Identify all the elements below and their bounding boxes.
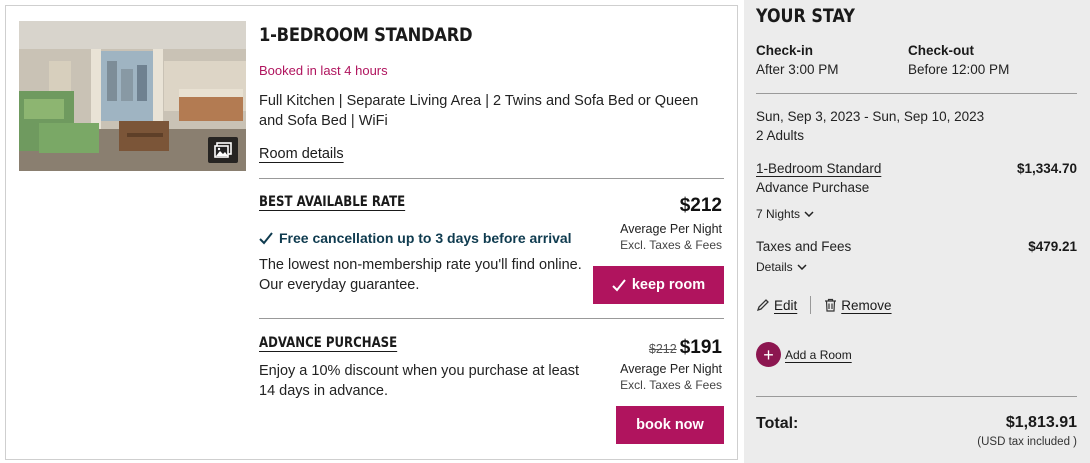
price-best-available: $212 [679,195,722,216]
keep-room-button[interactable]: keep room [593,266,724,304]
divider [259,318,724,319]
room-amount: $1,334.70 [1016,161,1077,176]
free-cancellation: Free cancellation up to 3 days before ar… [259,230,572,246]
remove-label: Remove [841,297,892,313]
gallery-icon[interactable] [208,137,238,163]
checkin-value: After 3:00 PM [756,62,839,77]
edit-button[interactable]: Edit [756,298,797,313]
stay-room-name[interactable]: 1-Bedroom Standard [756,161,881,176]
details-toggle[interactable]: Details [756,260,807,274]
book-now-button[interactable]: book now [616,406,724,444]
old-price: $212 [648,342,677,356]
nights-toggle[interactable]: 7 Nights [756,207,814,221]
price-block-best-available: $212 Average Per Night Excl. Taxes & Fee… [620,195,722,253]
price-label: Average Per Night [620,362,722,376]
book-now-label: book now [636,417,704,433]
checkout-label: Check-out [908,43,975,58]
free-cancellation-text: Free cancellation up to 3 days before ar… [279,230,572,246]
taxes-label: Taxes and Fees [756,239,852,254]
rate-description-best-available: The lowest non-membership rate you'll fi… [259,257,582,293]
total-amount: $1,813.91 [1005,414,1077,431]
taxes-amount: $479.21 [1028,239,1077,254]
add-room-button[interactable]: + Add a Room [756,342,852,367]
price-block-advance-purchase: $212 $191 Average Per Night Excl. Taxes &… [620,337,722,393]
remove-button[interactable]: Remove [824,297,892,313]
edit-remove-row: Edit Remove [756,296,892,314]
price-note: Excl. Taxes & Fees [620,238,722,252]
room-card: 1-BEDROOM STANDARD Booked in last 4 hour… [5,5,738,460]
price-label: Average Per Night [620,222,722,236]
check-icon [259,232,273,245]
room-details-link[interactable]: Room details [259,146,344,162]
rate-title-best-available[interactable]: BEST AVAILABLE RATE [259,194,405,210]
price-advance-purchase: $212 $191 [620,337,722,359]
stay-guests: 2 Adults [756,128,805,143]
checkin-label: Check-in [756,43,814,58]
room-photo[interactable] [19,21,246,171]
divider [756,93,1077,94]
divider [756,396,1077,397]
your-stay-title: YOUR STAY [756,5,855,27]
checkout-value: Before 12:00 PM [908,62,1010,77]
trash-icon [825,298,837,312]
chevron-down-icon [804,211,814,217]
room-amenities: Full Kitchen | Separate Living Area | 2 … [259,93,699,129]
pencil-icon [756,299,769,312]
stay-dates: Sun, Sep 3, 2023 - Sun, Sep 10, 2023 [756,109,985,124]
keep-room-label: keep room [631,277,706,293]
divider [259,178,724,179]
booked-notice: Booked in last 4 hours [259,63,388,78]
total-note: (USD tax included ) [977,436,1077,448]
new-price: $191 [679,337,722,358]
your-stay-panel: YOUR STAY Check-in After 3:00 PM Check-o… [744,0,1090,463]
stay-room-rate: Advance Purchase [756,180,870,195]
check-icon [612,278,626,291]
details-label: Details [756,260,793,274]
room-title: 1-BEDROOM STANDARD [259,24,473,46]
total-label: Total: [756,415,799,432]
rate-description-advance-purchase: Enjoy a 10% discount when you purchase a… [259,363,580,399]
add-room-label: Add a Room [785,347,852,362]
separator [810,296,812,314]
nights-label: 7 Nights [756,207,801,221]
chevron-down-icon [797,264,807,270]
rate-title-advance-purchase[interactable]: ADVANCE PURCHASE [259,335,397,351]
edit-label: Edit [774,297,798,313]
price-note: Excl. Taxes & Fees [620,378,722,392]
plus-icon: + [756,342,781,367]
